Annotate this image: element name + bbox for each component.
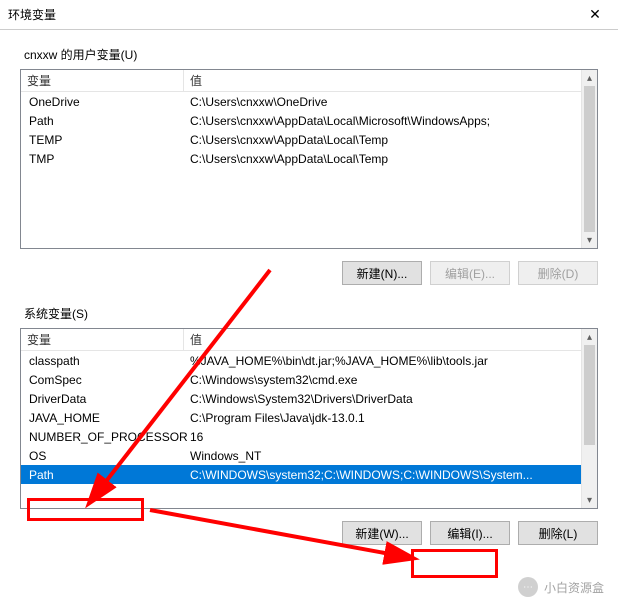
var-name: TEMP — [25, 133, 188, 147]
table-row[interactable]: TMPC:\Users\cnxxw\AppData\Local\Temp — [21, 149, 597, 168]
var-value: 16 — [188, 430, 593, 444]
var-name: ComSpec — [25, 373, 188, 387]
var-name: JAVA_HOME — [25, 411, 188, 425]
watermark: ⋯ 小白资源盒 — [518, 577, 604, 597]
vertical-scrollbar[interactable]: ▴ ▾ — [581, 70, 597, 248]
var-name: classpath — [25, 354, 188, 368]
scroll-up-icon[interactable]: ▴ — [582, 70, 597, 86]
col-header-variable[interactable]: 变量 — [21, 329, 184, 350]
var-name: Path — [25, 114, 188, 128]
watermark-icon: ⋯ — [518, 577, 538, 597]
var-name: Path — [25, 468, 188, 482]
var-value: C:\Users\cnxxw\AppData\Local\Temp — [188, 133, 593, 147]
scroll-thumb[interactable] — [584, 345, 595, 445]
var-name: TMP — [25, 152, 188, 166]
dialog-content: cnxxw 的用户变量(U) 变量 值 OneDriveC:\Users\cnx… — [0, 30, 618, 565]
table-row[interactable]: DriverDataC:\Windows\System32\Drivers\Dr… — [21, 389, 597, 408]
table-row[interactable]: ComSpecC:\Windows\system32\cmd.exe — [21, 370, 597, 389]
user-vars-list[interactable]: 变量 值 OneDriveC:\Users\cnxxw\OneDrivePath… — [20, 69, 598, 249]
var-name: OneDrive — [25, 95, 188, 109]
system-vars-header: 变量 值 — [21, 329, 597, 351]
system-new-button[interactable]: 新建(W)... — [342, 521, 422, 545]
system-delete-button[interactable]: 删除(L) — [518, 521, 598, 545]
system-vars-label: 系统变量(S) — [24, 305, 598, 322]
table-row[interactable]: NUMBER_OF_PROCESSORS16 — [21, 427, 597, 446]
col-header-value[interactable]: 值 — [184, 331, 597, 348]
table-row[interactable]: JAVA_HOMEC:\Program Files\Java\jdk-13.0.… — [21, 408, 597, 427]
table-row[interactable]: PathC:\WINDOWS\system32;C:\WINDOWS;C:\WI… — [21, 465, 597, 484]
var-value: C:\Users\cnxxw\AppData\Local\Temp — [188, 152, 593, 166]
table-row[interactable]: OneDriveC:\Users\cnxxw\OneDrive — [21, 92, 597, 111]
var-name: DriverData — [25, 392, 188, 406]
close-button[interactable]: ✕ — [580, 6, 610, 23]
system-vars-list[interactable]: 变量 值 classpath%JAVA_HOME%\bin\dt.jar;%JA… — [20, 328, 598, 509]
var-name: NUMBER_OF_PROCESSORS — [25, 430, 188, 444]
col-header-value[interactable]: 值 — [184, 72, 597, 89]
user-vars-label: cnxxw 的用户变量(U) — [24, 46, 598, 63]
table-row[interactable]: TEMPC:\Users\cnxxw\AppData\Local\Temp — [21, 130, 597, 149]
var-value: C:\Windows\System32\Drivers\DriverData — [188, 392, 593, 406]
user-new-button[interactable]: 新建(N)... — [342, 261, 422, 285]
system-edit-button[interactable]: 编辑(I)... — [430, 521, 510, 545]
scroll-down-icon[interactable]: ▾ — [582, 232, 597, 248]
user-button-row: 新建(N)... 编辑(E)... 删除(D) — [20, 249, 598, 305]
vertical-scrollbar[interactable]: ▴ ▾ — [581, 329, 597, 508]
var-value: C:\WINDOWS\system32;C:\WINDOWS;C:\WINDOW… — [188, 468, 593, 482]
dialog-title: 环境变量 — [8, 6, 580, 23]
var-value: Windows_NT — [188, 449, 593, 463]
var-value: C:\Users\cnxxw\OneDrive — [188, 95, 593, 109]
var-value: C:\Program Files\Java\jdk-13.0.1 — [188, 411, 593, 425]
watermark-text: 小白资源盒 — [544, 579, 604, 596]
table-row[interactable]: OSWindows_NT — [21, 446, 597, 465]
user-edit-button[interactable]: 编辑(E)... — [430, 261, 510, 285]
col-header-variable[interactable]: 变量 — [21, 70, 184, 91]
table-row[interactable]: PathC:\Users\cnxxw\AppData\Local\Microso… — [21, 111, 597, 130]
var-value: %JAVA_HOME%\bin\dt.jar;%JAVA_HOME%\lib\t… — [188, 354, 593, 368]
var-value: C:\Windows\system32\cmd.exe — [188, 373, 593, 387]
titlebar: 环境变量 ✕ — [0, 0, 618, 30]
scroll-down-icon[interactable]: ▾ — [582, 492, 597, 508]
scroll-thumb[interactable] — [584, 86, 595, 232]
user-delete-button[interactable]: 删除(D) — [518, 261, 598, 285]
user-vars-header: 变量 值 — [21, 70, 597, 92]
scroll-up-icon[interactable]: ▴ — [582, 329, 597, 345]
table-row[interactable]: classpath%JAVA_HOME%\bin\dt.jar;%JAVA_HO… — [21, 351, 597, 370]
var-value: C:\Users\cnxxw\AppData\Local\Microsoft\W… — [188, 114, 593, 128]
var-name: OS — [25, 449, 188, 463]
system-button-row: 新建(W)... 编辑(I)... 删除(L) — [20, 509, 598, 565]
